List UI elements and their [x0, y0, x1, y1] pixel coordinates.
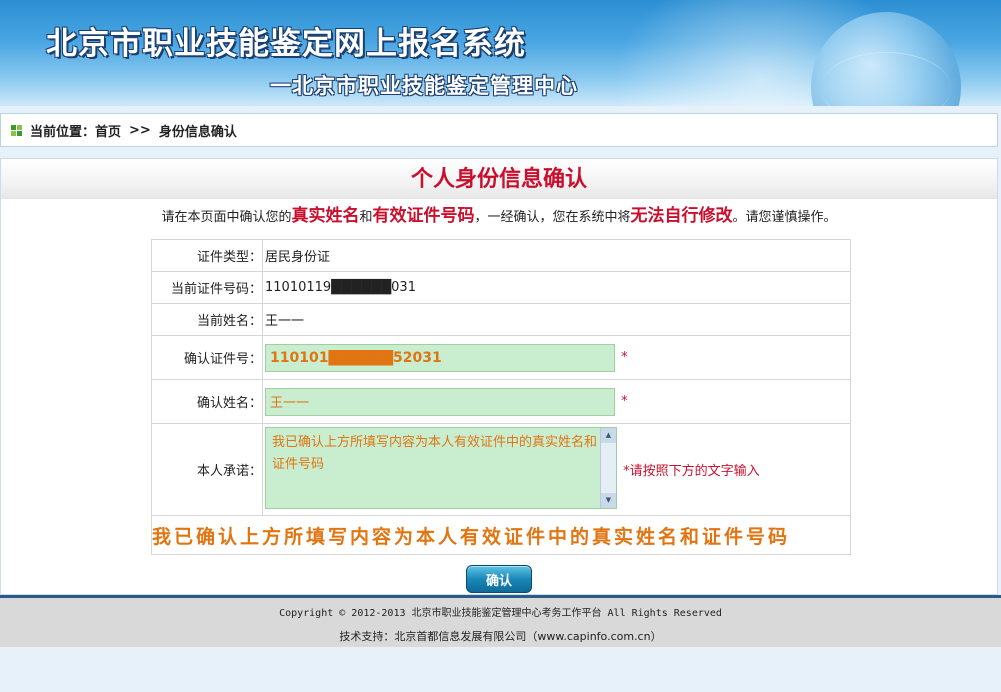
required-mark: * [621, 394, 628, 409]
confirm-button[interactable]: 确认 [466, 565, 532, 593]
pledge-cell: 我已确认上方所填写内容为本人有效证件中的真实姓名和证件号码 ▲ ▼ *请按照下方… [262, 423, 851, 516]
scroll-down-icon[interactable]: ▼ [601, 492, 616, 508]
scroll-up-icon[interactable]: ▲ [601, 427, 616, 443]
current-id-label: 当前证件号码： [151, 271, 263, 304]
notice-part: 。请您谨慎操作。 [732, 210, 837, 225]
confirm-id-cell: * [262, 335, 851, 380]
bottom-strip [0, 647, 1001, 692]
pledge-textarea[interactable]: 我已确认上方所填写内容为本人有效证件中的真实姓名和证件号码 [265, 426, 617, 509]
confirm-name-cell: * [262, 379, 851, 424]
row-id-type: 证件类型： 居民身份证 [151, 239, 851, 272]
notice-highlight-id: 有效证件号码 [372, 206, 475, 226]
breadcrumb-label: 当前位置： [30, 124, 96, 140]
notice-text: 请在本页面中确认您的真实姓名和有效证件号码，一经确认，您在系统中将无法自行修改。… [1, 205, 997, 227]
current-id-value: 11010119██████031 [262, 271, 851, 304]
row-current-id: 当前证件号码： 11010119██████031 [151, 271, 851, 304]
page-title: 个人身份信息确认 [410, 167, 587, 192]
confirm-name-input[interactable] [265, 387, 615, 416]
pledge-label: 本人承诺： [151, 423, 263, 516]
confirm-name-label: 确认姓名： [151, 379, 263, 424]
breadcrumb-home-link[interactable]: 首页 [95, 121, 121, 140]
row-confirm-name: 确认姓名： * [151, 379, 851, 424]
confirm-id-label: 确认证件号： [151, 335, 263, 380]
textarea-scrollbar[interactable]: ▲ ▼ [600, 427, 616, 508]
notice-highlight-name: 真实姓名 [291, 206, 360, 226]
site-subtitle: 一北京市职业技能鉴定管理中心 [270, 74, 578, 98]
breadcrumb: 当前位置： 首页 >> 身份信息确认 [0, 113, 998, 147]
current-name-label: 当前姓名： [151, 303, 263, 336]
confirm-id-input[interactable] [265, 343, 615, 372]
breadcrumb-separator: >> [129, 122, 151, 138]
identity-form: 证件类型： 居民身份证 当前证件号码： 11010119██████031 当前… [151, 239, 851, 555]
footer-support: 技术支持：北京首都信息发展有限公司（www.capinfo.com.cn） [339, 630, 662, 643]
identity-confirm-panel: 个人身份信息确认 请在本页面中确认您的真实姓名和有效证件号码，一经确认，您在系统… [0, 158, 998, 595]
grid-icon [11, 124, 22, 136]
pledge-textarea-wrap: 我已确认上方所填写内容为本人有效证件中的真实姓名和证件号码 ▲ ▼ [265, 426, 617, 513]
header-banner: 北京市职业技能鉴定网上报名系统 一北京市职业技能鉴定管理中心 [0, 0, 1001, 106]
panel-header: 个人身份信息确认 [1, 159, 997, 199]
row-current-name: 当前姓名： 王一一 [151, 303, 851, 336]
notice-part: 和 [359, 210, 373, 225]
notice-part: 请在本页面中确认您的 [161, 210, 292, 225]
row-pledge: 本人承诺： 我已确认上方所填写内容为本人有效证件中的真实姓名和证件号码 ▲ ▼ … [151, 423, 851, 516]
current-name-value: 王一一 [262, 303, 851, 336]
footer: Copyright © 2012-2013 北京市职业技能鉴定管理中心考务工作平… [0, 595, 1001, 647]
row-slogan: 我已确认上方所填写内容为本人有效证件中的真实姓名和证件号码 [151, 515, 851, 555]
pledge-reference-text: 我已确认上方所填写内容为本人有效证件中的真实姓名和证件号码 [151, 515, 851, 555]
pledge-hint: *请按照下方的文字输入 [623, 464, 760, 479]
footer-copyright: Copyright © 2012-2013 北京市职业技能鉴定管理中心考务工作平… [279, 608, 722, 619]
row-confirm-id: 确认证件号： * [151, 335, 851, 380]
id-type-value: 居民身份证 [262, 239, 851, 272]
required-mark: * [621, 350, 628, 365]
notice-highlight-nomodify: 无法自行修改 [630, 206, 733, 226]
site-title: 北京市职业技能鉴定网上报名系统 [46, 26, 526, 62]
notice-part: ，一经确认，您在系统中将 [474, 210, 631, 225]
id-type-label: 证件类型： [151, 239, 263, 272]
breadcrumb-current: 身份信息确认 [158, 124, 237, 140]
